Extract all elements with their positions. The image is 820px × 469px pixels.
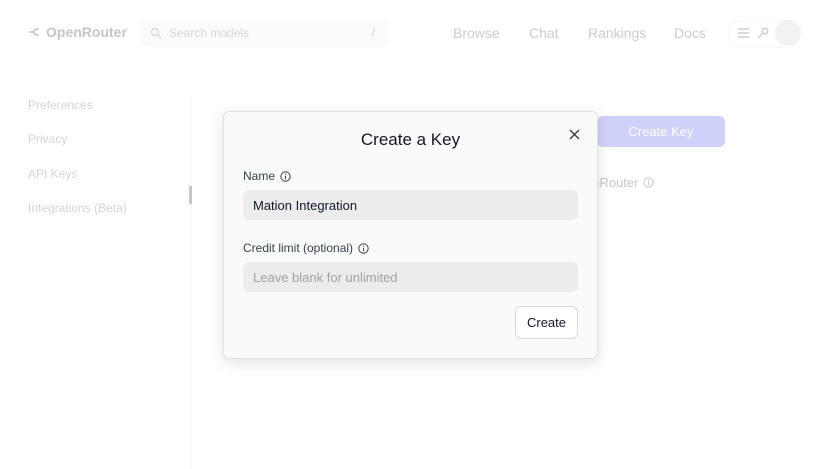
credit-limit-label: Credit limit (optional) <box>243 241 354 255</box>
dialog-title: Create a Key <box>360 130 461 149</box>
info-icon[interactable] <box>358 242 369 254</box>
name-input[interactable] <box>243 190 578 220</box>
create-button[interactable]: Create <box>515 306 578 339</box>
info-icon[interactable] <box>280 170 291 182</box>
name-label: Name <box>243 169 276 183</box>
create-key-dialog: Create a Key Name Credit limit (optional… <box>223 111 598 359</box>
credit-label-row: Credit limit (optional) <box>243 241 369 255</box>
close-icon[interactable] <box>568 128 581 141</box>
credit-limit-input[interactable] <box>243 262 578 292</box>
name-label-row: Name <box>243 169 291 183</box>
